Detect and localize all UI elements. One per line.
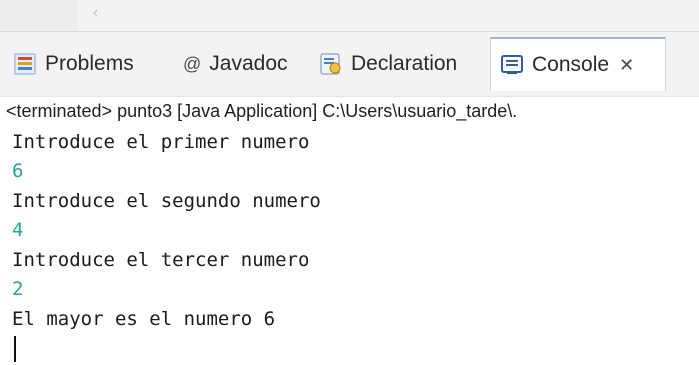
console-line: Introduce el tercer numero [12, 249, 310, 271]
tab-console-label: Console [532, 53, 610, 76]
view-tab-bar: Problems @ Javadoc Declaration Console ✕ [0, 32, 699, 96]
close-icon[interactable]: ✕ [619, 55, 634, 76]
tab-problems-label: Problems [45, 52, 134, 75]
tab-declaration-label: Declaration [351, 52, 458, 75]
console-icon [501, 54, 523, 76]
top-strip-left [0, 0, 78, 31]
tab-console[interactable]: Console ✕ [490, 37, 666, 91]
text-caret [14, 336, 16, 362]
console-input-line: 6 [12, 160, 24, 182]
tab-problems[interactable]: Problems [14, 37, 134, 91]
console-status: <terminated> punto3 [Java Application] C… [0, 96, 699, 124]
problems-icon [14, 53, 36, 75]
console-output[interactable]: Introduce el primer numero 6 Introduce e… [0, 124, 699, 365]
tab-javadoc-label: Javadoc [209, 52, 288, 75]
console-line: Introduce el primer numero [12, 131, 310, 153]
tab-declaration[interactable]: Declaration [320, 37, 457, 91]
console-input-line: 4 [12, 219, 24, 241]
declaration-icon [320, 53, 342, 75]
console-input-line: 2 [12, 278, 24, 300]
console-line: El mayor es el numero 6 [12, 308, 276, 330]
console-line: Introduce el segundo numero [12, 190, 321, 212]
chevron-left-icon[interactable]: ‹ [92, 3, 112, 23]
at-icon: @ [183, 53, 202, 74]
tab-javadoc[interactable]: @ Javadoc [183, 37, 288, 91]
top-strip: ‹ [0, 0, 699, 32]
